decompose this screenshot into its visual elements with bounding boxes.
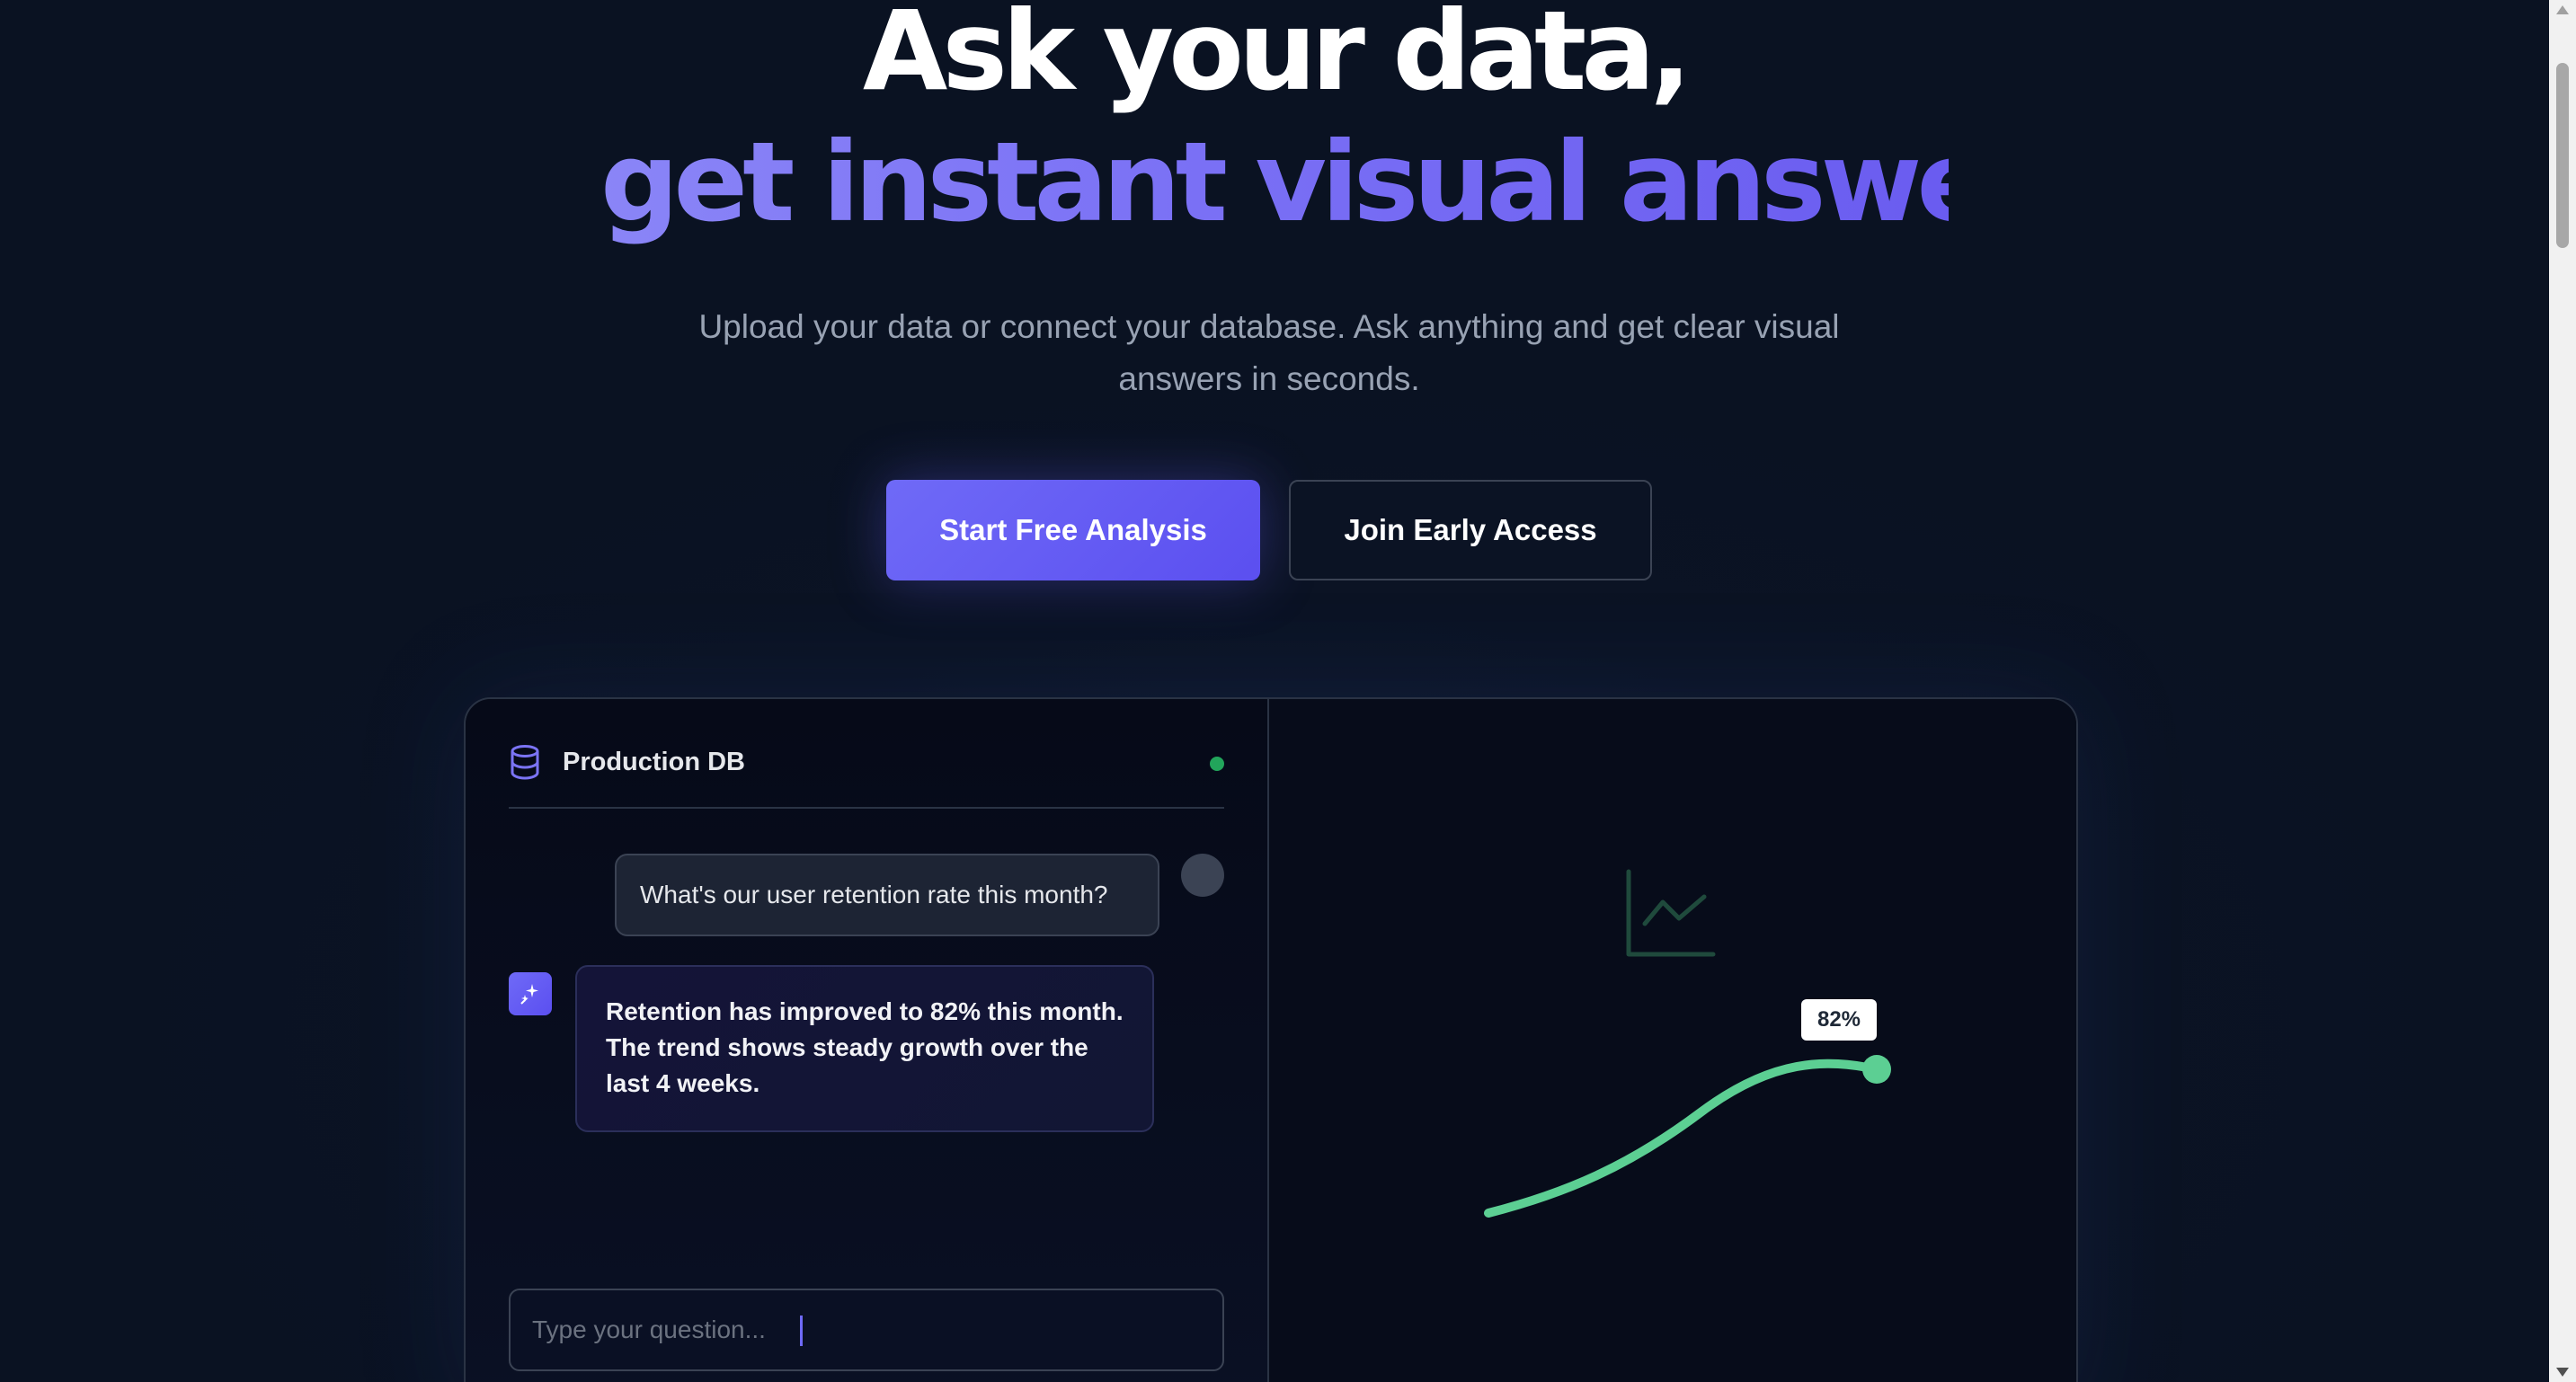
- start-free-analysis-button[interactable]: Start Free Analysis: [886, 480, 1260, 580]
- headline-primary: Ask your data,: [862, 0, 1692, 115]
- demo-card: Production DB What's our user retention …: [464, 697, 2078, 1382]
- scroll-down-arrow-icon[interactable]: [2556, 1368, 2569, 1377]
- database-icon: [511, 745, 539, 780]
- hero-subtitle: Upload your data or connect your databas…: [629, 301, 1909, 405]
- retention-chart: [1484, 869, 1891, 1218]
- ai-message-text: Retention has improved to 82% this month…: [606, 997, 1124, 1097]
- line-chart-icon: [1626, 869, 1716, 957]
- join-early-access-button[interactable]: Join Early Access: [1289, 480, 1652, 580]
- page-scrollbar[interactable]: [2549, 0, 2576, 1382]
- question-input[interactable]: [532, 1316, 1222, 1344]
- chart-value-tag: 82%: [1801, 999, 1877, 1041]
- user-avatar: [1181, 854, 1224, 897]
- connection-status-dot: [1210, 757, 1224, 771]
- headline-accent: get instant visual answers.: [600, 115, 2136, 250]
- scroll-up-arrow-icon[interactable]: [2556, 5, 2569, 14]
- subtitle-line-2: answers in seconds.: [1118, 360, 1420, 397]
- chart-panel: 82%: [1269, 699, 2076, 1382]
- page: Ask your data, get instant visual answer…: [0, 0, 2576, 1382]
- retention-endpoint-marker: [1862, 1055, 1891, 1084]
- input-caret: [800, 1316, 803, 1346]
- ai-message-bubble: Retention has improved to 82% this month…: [575, 965, 1154, 1132]
- retention-trend-line: [1484, 1059, 1881, 1218]
- user-message-text: What's our user retention rate this mont…: [640, 881, 1108, 908]
- sparkle-icon: [520, 984, 538, 1005]
- chat-panel: Production DB What's our user retention …: [466, 699, 1269, 1382]
- user-message-bubble: What's our user retention rate this mont…: [615, 854, 1159, 936]
- landing-content: Ask your data, get instant visual answer…: [0, 0, 2549, 1382]
- db-label: Production DB: [563, 748, 745, 776]
- db-header: Production DB: [509, 742, 1224, 809]
- question-input-box[interactable]: [509, 1289, 1224, 1371]
- ai-avatar: [509, 972, 552, 1015]
- scroll-thumb[interactable]: [2556, 63, 2569, 248]
- subtitle-line-1: Upload your data or connect your databas…: [698, 308, 1840, 345]
